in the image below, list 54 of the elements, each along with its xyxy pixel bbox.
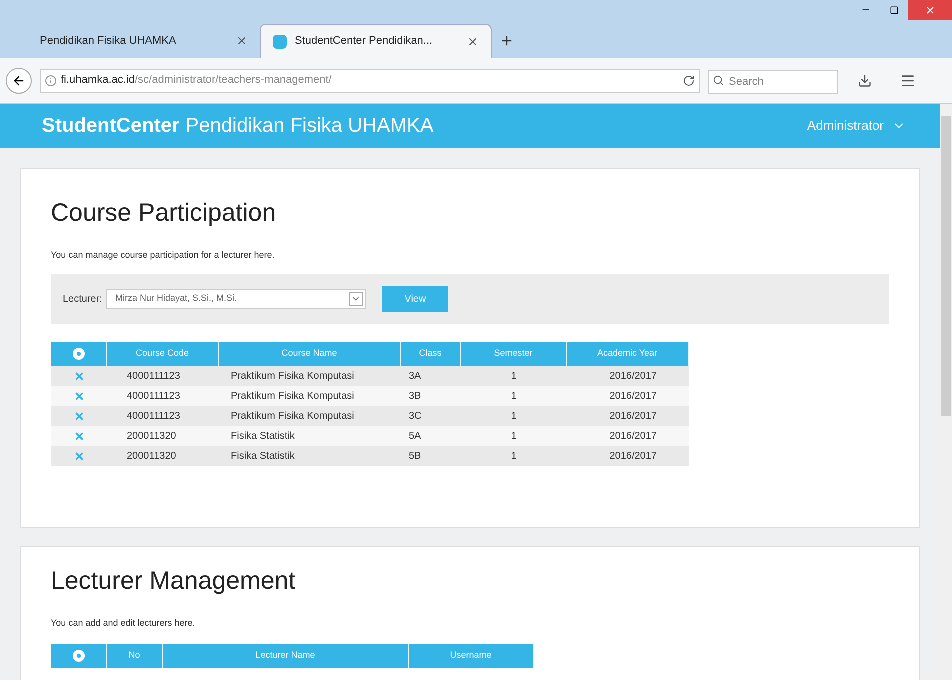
close-icon: [924, 4, 936, 16]
search-icon: [713, 74, 724, 86]
table-cell-text: Praktikum Fisika Komputasi: [230, 410, 356, 424]
section-description: You can add and edit lecturers here.: [51, 616, 196, 630]
section-title: Course Participation: [51, 198, 278, 229]
browser-tab[interactable]: StudentCenter Pendidikan...: [260, 24, 492, 58]
brand-name: StudentCenter: [42, 114, 180, 139]
table-cell-text: 1: [510, 430, 518, 444]
lecturer-label: Lecturer:: [63, 292, 102, 306]
table-cell-text: 3B: [408, 390, 422, 404]
maximize-icon[interactable]: [890, 6, 898, 14]
table-cell-text: 3C: [408, 410, 423, 424]
table-cell-text: 4000111123: [126, 370, 182, 384]
table-cell-text: 1: [510, 410, 518, 424]
dropdown-button[interactable]: [349, 292, 364, 306]
table-cell-text: 200011320: [126, 450, 178, 464]
table-cell-text: 4000111123: [126, 410, 182, 424]
section-title: Lecturer Management: [51, 566, 297, 597]
table-cell-text: 2016/2017: [608, 430, 658, 444]
download-icon[interactable]: [858, 74, 872, 88]
table-cell-text: 4000111123: [126, 390, 182, 404]
table-cell-text: 1: [510, 390, 518, 404]
site-icon: [273, 34, 287, 48]
info-icon: [45, 74, 57, 86]
column-header: Lecturer Name: [163, 644, 409, 668]
table-cell-text: Praktikum Fisika Komputasi: [230, 390, 356, 404]
site-title: Pendidikan Fisika UHAMKA: [186, 114, 435, 139]
address-field[interactable]: fi.uhamka.ac.id/sc/administrator/teachers-management/: [40, 68, 700, 92]
close-icon[interactable]: [467, 36, 479, 48]
menu-icon[interactable]: [900, 72, 916, 88]
back-button[interactable]: [6, 68, 32, 94]
table-cell-text: 1: [510, 370, 518, 384]
reload-icon[interactable]: [683, 74, 695, 86]
table-cell-text: 5A: [408, 430, 422, 444]
new-tab-icon[interactable]: [500, 34, 514, 48]
section-description: You can manage course participation for a lecturer here.: [51, 248, 276, 262]
lecturer-select[interactable]: Mirza Nur Hidayat, S.Si., M.Si.: [106, 289, 366, 309]
browser-tab[interactable]: Pendidikan Fisika UHAMKA: [28, 24, 260, 58]
column-header: Username: [409, 644, 534, 668]
table-cell-text: 2016/2017: [608, 370, 658, 384]
table-cell-text: 1: [510, 450, 518, 464]
table-cell-text: Fisika Statistik: [230, 430, 296, 444]
table-cell-text: Praktikum Fisika Komputasi: [230, 370, 356, 384]
table-cell-text: 5B: [408, 450, 422, 464]
search-field[interactable]: Search: [708, 70, 838, 94]
column-header: No: [107, 644, 163, 668]
table-cell-text: Fisika Statistik: [230, 450, 296, 464]
table-cell-text: 2016/2017: [608, 410, 658, 424]
table-cell-text: 2016/2017: [608, 450, 658, 464]
table-cell-text: 2016/2017: [608, 390, 658, 404]
close-icon[interactable]: [236, 35, 248, 47]
table-cell-text: 3A: [408, 370, 422, 384]
table-cell-text: 200011320: [126, 430, 178, 444]
back-arrow-icon: [12, 74, 26, 88]
